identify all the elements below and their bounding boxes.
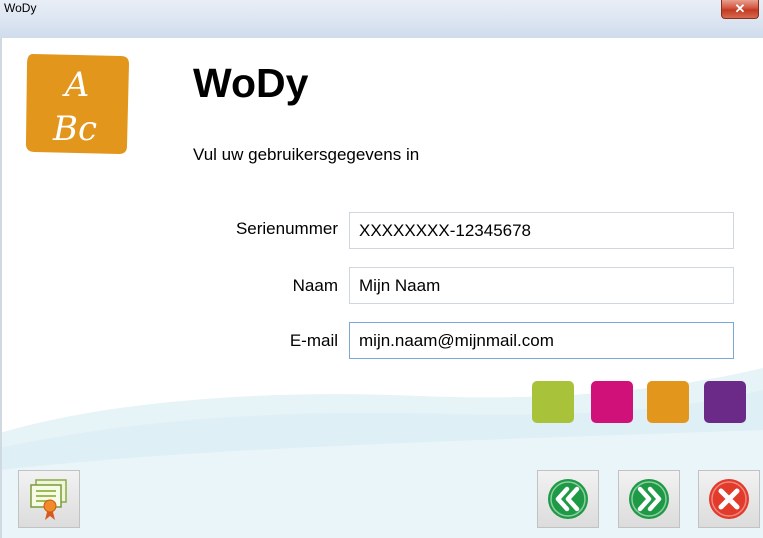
title-bar: WoDy ✕ (0, 0, 763, 39)
logo-letters-bc: Bc (52, 109, 97, 149)
cancel-button[interactable] (698, 470, 760, 528)
window-close-button[interactable]: ✕ (721, 0, 759, 19)
back-button[interactable] (537, 470, 599, 528)
certificate-button[interactable] (18, 470, 80, 528)
swatch-orange[interactable] (647, 381, 689, 423)
serial-number-input[interactable] (349, 212, 734, 249)
double-chevron-left-icon (548, 479, 588, 519)
window-title: WoDy (4, 1, 37, 15)
swatch-purple[interactable] (704, 381, 746, 423)
window-left-border (0, 38, 2, 538)
certificate-icon (30, 479, 67, 520)
serial-label: Serienummer (235, 219, 338, 238)
wody-window: WoDy ✕ A Bc WoDy Vul uw gebruikersgegeve… (0, 0, 763, 538)
swatch-green[interactable] (532, 381, 574, 423)
close-x-icon (709, 479, 749, 519)
instruction-text: Vul uw gebruikersgegevens in (193, 145, 420, 164)
name-label: Naam (292, 276, 338, 295)
swatch-magenta[interactable] (591, 381, 633, 423)
next-button[interactable] (618, 470, 680, 528)
name-input[interactable] (349, 267, 734, 304)
email-label: E-mail (289, 331, 338, 350)
app-title: WoDy (193, 60, 309, 106)
logo-letter-a: A (62, 65, 90, 105)
double-chevron-right-icon (629, 479, 669, 519)
email-input[interactable] (349, 322, 734, 359)
abc-logo: A Bc (25, 54, 130, 154)
